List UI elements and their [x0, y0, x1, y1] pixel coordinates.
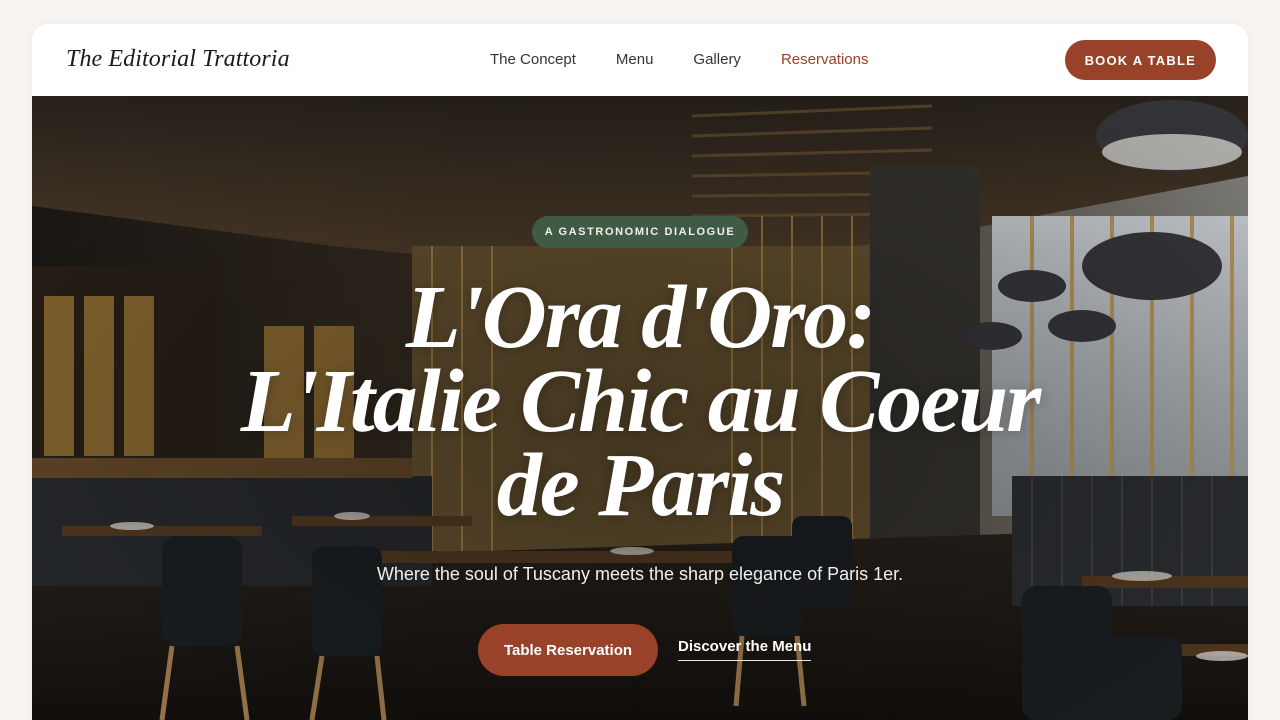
hero-headline: L'Ora d'Oro: L'Italie Chic au Coeur de P… — [192, 268, 1088, 535]
hero-tagline-badge: A GASTRONOMIC DIALOGUE — [532, 216, 748, 248]
headline-line-2: L'Italie Chic au Coeur — [240, 352, 1042, 451]
headline-line-3: de Paris — [496, 436, 785, 535]
nav-link-reservations[interactable]: Reservations — [781, 51, 869, 68]
nav-link-concept[interactable]: The Concept — [490, 51, 576, 68]
discover-menu-link[interactable]: Discover the Menu — [678, 638, 812, 661]
table-reservation-button[interactable]: Table Reservation — [478, 624, 658, 676]
hero-section: A GASTRONOMIC DIALOGUE L'Ora d'Oro: L'It… — [32, 96, 1248, 720]
hero-subtitle: Where the soul of Tuscany meets the shar… — [376, 564, 904, 584]
brand-logo[interactable]: The Editorial Trattoria — [66, 46, 290, 73]
top-navigation: The Editorial Trattoria The Concept Menu… — [32, 24, 1248, 96]
nav-link-menu[interactable]: Menu — [616, 51, 654, 68]
nav-link-gallery[interactable]: Gallery — [693, 51, 741, 68]
page-frame: The Editorial Trattoria The Concept Menu… — [32, 24, 1248, 720]
nav-links: The Concept Menu Gallery Reservations — [490, 51, 908, 68]
book-table-button[interactable]: BOOK A TABLE — [1064, 40, 1216, 80]
headline-line-1: L'Ora d'Oro: — [405, 268, 877, 367]
